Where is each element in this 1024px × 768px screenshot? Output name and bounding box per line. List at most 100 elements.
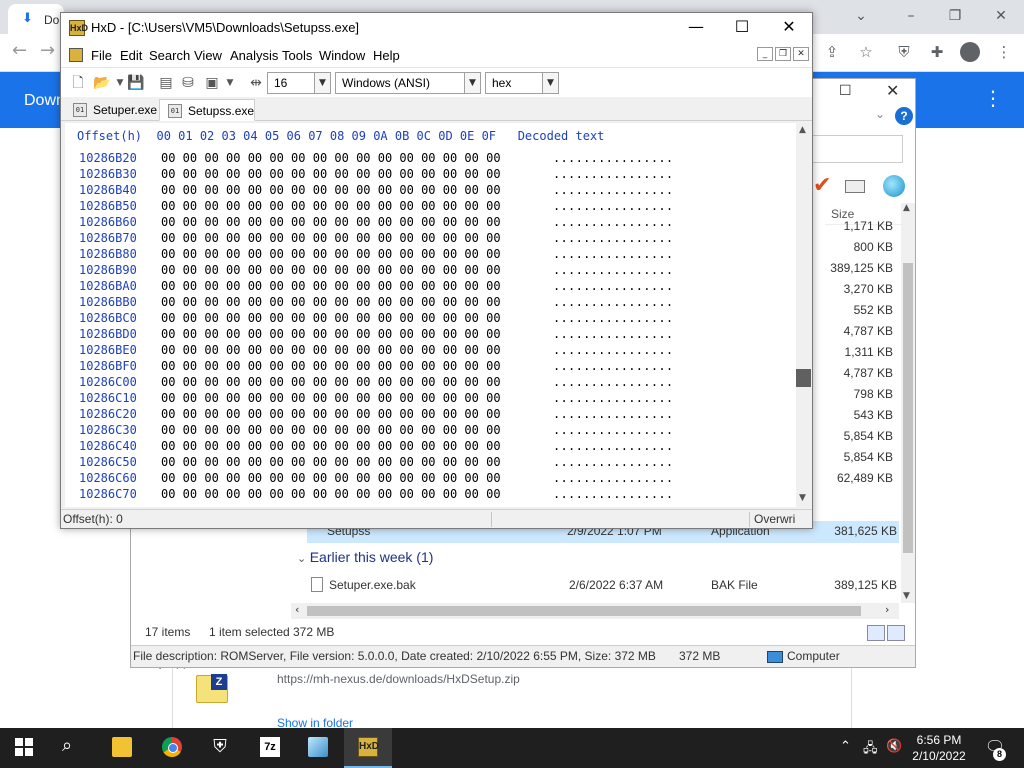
hex-row[interactable]: 10286BE0 00 00 00 00 00 00 00 00 00 00 00… (65, 343, 796, 359)
card-icon[interactable] (845, 180, 865, 193)
hex-decoded-text[interactable]: ................ (553, 327, 673, 341)
hxd-icon[interactable]: HxD (69, 20, 88, 36)
save-icon[interactable]: 💾 (127, 74, 145, 92)
hex-bytes[interactable]: 00 00 00 00 00 00 00 00 00 00 00 00 00 0… (161, 199, 501, 213)
hex-bytes[interactable]: 00 00 00 00 00 00 00 00 00 00 00 00 00 0… (161, 279, 501, 293)
hex-decoded-text[interactable]: ................ (553, 279, 673, 293)
speaker-icon[interactable]: 🔇 (886, 739, 902, 754)
hex-decoded-text[interactable]: ................ (553, 311, 673, 325)
clock-time[interactable]: 6:56 PM (914, 733, 964, 747)
kebab-menu-icon[interactable]: ⋮ (983, 86, 1003, 110)
menu-tools[interactable]: Tools (282, 48, 312, 63)
hex-bytes[interactable]: 00 00 00 00 00 00 00 00 00 00 00 00 00 0… (161, 359, 501, 373)
hex-decoded-text[interactable]: ................ (553, 407, 673, 421)
network-icon[interactable]: 🖧 (863, 739, 878, 761)
chevron-down-icon[interactable]: ⌄ (875, 107, 885, 121)
back-arrow-icon[interactable]: ← (12, 40, 27, 61)
chevron-up-icon[interactable]: ⌃ (840, 739, 851, 754)
tab-setupss-exe[interactable]: 01 Setupss.exe (159, 99, 255, 121)
scroll-thumb[interactable] (796, 369, 811, 387)
hex-decoded-text[interactable]: ................ (553, 247, 673, 261)
hex-row[interactable]: 10286C20 00 00 00 00 00 00 00 00 00 00 00… (65, 407, 796, 423)
hex-row[interactable]: 10286C50 00 00 00 00 00 00 00 00 00 00 00… (65, 455, 796, 471)
hex-bytes[interactable]: 00 00 00 00 00 00 00 00 00 00 00 00 00 0… (161, 247, 501, 261)
hex-row[interactable]: 10286C60 00 00 00 00 00 00 00 00 00 00 00… (65, 471, 796, 487)
close-icon[interactable]: ✕ (766, 13, 812, 43)
table-row[interactable]: Setuper.exe.bak 2/6/2022 6:37 AM BAK Fil… (307, 575, 899, 597)
puzzle-icon[interactable]: ✚ (927, 42, 947, 62)
hex-decoded-text[interactable]: ................ (553, 455, 673, 469)
hxd-title-bar[interactable]: HxD HxD - [C:\Users\VM5\Downloads\Setups… (61, 13, 812, 43)
mdi-restore-icon[interactable]: ❐ (775, 47, 791, 61)
hex-decoded-text[interactable]: ................ (553, 215, 673, 229)
ram-icon[interactable]: ▤ (157, 74, 175, 92)
taskbar-7zip[interactable]: 7z (246, 728, 294, 768)
taskbar-hxd[interactable]: HxD (344, 728, 392, 768)
clock-date[interactable]: 2/10/2022 (908, 749, 970, 763)
hex-decoded-text[interactable]: ................ (553, 231, 673, 245)
mdi-minimize-icon[interactable]: _ (757, 47, 773, 61)
hex-bytes[interactable]: 00 00 00 00 00 00 00 00 00 00 00 00 00 0… (161, 151, 501, 165)
hex-bytes[interactable]: 00 00 00 00 00 00 00 00 00 00 00 00 00 0… (161, 455, 501, 469)
menu-window[interactable]: Window (319, 48, 365, 63)
chrome-tab-downloads[interactable]: ⬇ Do (8, 4, 64, 34)
hex-decoded-text[interactable]: ................ (553, 439, 673, 453)
close-icon[interactable]: ✕ (886, 81, 899, 100)
hex-bytes[interactable]: 00 00 00 00 00 00 00 00 00 00 00 00 00 0… (161, 183, 501, 197)
hex-bytes[interactable]: 00 00 00 00 00 00 00 00 00 00 00 00 00 0… (161, 231, 501, 245)
menu-file[interactable]: File (91, 48, 112, 63)
hex-bytes[interactable]: 00 00 00 00 00 00 00 00 00 00 00 00 00 0… (161, 407, 501, 421)
maximize-icon[interactable]: ☐ (839, 83, 852, 99)
check-icon[interactable]: ✔ (813, 173, 831, 198)
star-icon[interactable]: ☆ (856, 42, 876, 62)
hex-decoded-text[interactable]: ................ (553, 199, 673, 213)
profile-icon[interactable] (960, 42, 980, 62)
scroll-thumb[interactable] (903, 263, 913, 553)
hex-row[interactable]: 10286B50 00 00 00 00 00 00 00 00 00 00 00… (65, 199, 796, 215)
hex-bytes[interactable]: 00 00 00 00 00 00 00 00 00 00 00 00 00 0… (161, 263, 501, 277)
hex-row[interactable]: 10286BC0 00 00 00 00 00 00 00 00 00 00 00… (65, 311, 796, 327)
hex-decoded-text[interactable]: ................ (553, 487, 673, 501)
view-dropdown-icon[interactable]: ▼ (221, 74, 239, 92)
close-icon[interactable]: ✕ (986, 5, 1016, 27)
scroll-right-icon[interactable]: › (885, 603, 889, 616)
taskbar-file-explorer[interactable] (98, 728, 146, 768)
menu-analysis[interactable]: Analysis (230, 48, 278, 63)
search-input[interactable] (811, 135, 903, 163)
hex-decoded-text[interactable]: ................ (553, 343, 673, 357)
menu-edit[interactable]: Edit (120, 48, 142, 63)
hex-row[interactable]: 10286B70 00 00 00 00 00 00 00 00 00 00 00… (65, 231, 796, 247)
hex-bytes[interactable]: 00 00 00 00 00 00 00 00 00 00 00 00 00 0… (161, 215, 501, 229)
taskbar-app[interactable] (294, 728, 342, 768)
hex-decoded-text[interactable]: ................ (553, 183, 673, 197)
open-file-icon[interactable]: 📂 (93, 74, 111, 92)
tab-setuper-exe[interactable]: 01 Setuper.exe (65, 99, 157, 121)
hex-decoded-text[interactable]: ................ (553, 263, 673, 277)
scroll-thumb[interactable] (307, 606, 861, 616)
hex-decoded-text[interactable]: ................ (553, 423, 673, 437)
hex-bytes[interactable]: 00 00 00 00 00 00 00 00 00 00 00 00 00 0… (161, 423, 501, 437)
download-url[interactable]: https://mh-nexus.de/downloads/HxDSetup.z… (277, 672, 520, 686)
restore-icon[interactable]: ❐ (940, 5, 970, 27)
tiles-view-icon[interactable] (887, 625, 905, 641)
taskbar-security[interactable]: ⛨ (196, 728, 244, 768)
hex-decoded-text[interactable]: ................ (553, 151, 673, 165)
hex-decoded-text[interactable]: ................ (553, 391, 673, 405)
display-mode-select[interactable]: hex ▼ (485, 72, 559, 94)
group-header[interactable]: ⌄ Earlier this week (1) (297, 549, 433, 565)
explorer-horizontal-scrollbar[interactable]: ‹ › (291, 603, 899, 619)
scroll-down-icon[interactable]: ▼ (799, 493, 806, 503)
forward-arrow-icon[interactable]: → (40, 40, 55, 61)
mdi-close-icon[interactable]: ✕ (793, 47, 809, 61)
hex-bytes[interactable]: 00 00 00 00 00 00 00 00 00 00 00 00 00 0… (161, 471, 501, 485)
hex-row[interactable]: 10286BB0 00 00 00 00 00 00 00 00 00 00 00… (65, 295, 796, 311)
details-view-icon[interactable] (867, 625, 885, 641)
new-file-icon[interactable]: 🗋 (69, 74, 87, 92)
hex-vertical-scrollbar[interactable]: ▲ ▼ (796, 123, 812, 507)
search-button[interactable]: ⌕ (48, 728, 96, 768)
hex-row[interactable]: 10286B80 00 00 00 00 00 00 00 00 00 00 00… (65, 247, 796, 263)
hex-bytes[interactable]: 00 00 00 00 00 00 00 00 00 00 00 00 00 0… (161, 167, 501, 181)
hex-bytes[interactable]: 00 00 00 00 00 00 00 00 00 00 00 00 00 0… (161, 343, 501, 357)
view-icon[interactable]: ▣ (203, 74, 221, 92)
globe-icon[interactable] (883, 175, 905, 197)
